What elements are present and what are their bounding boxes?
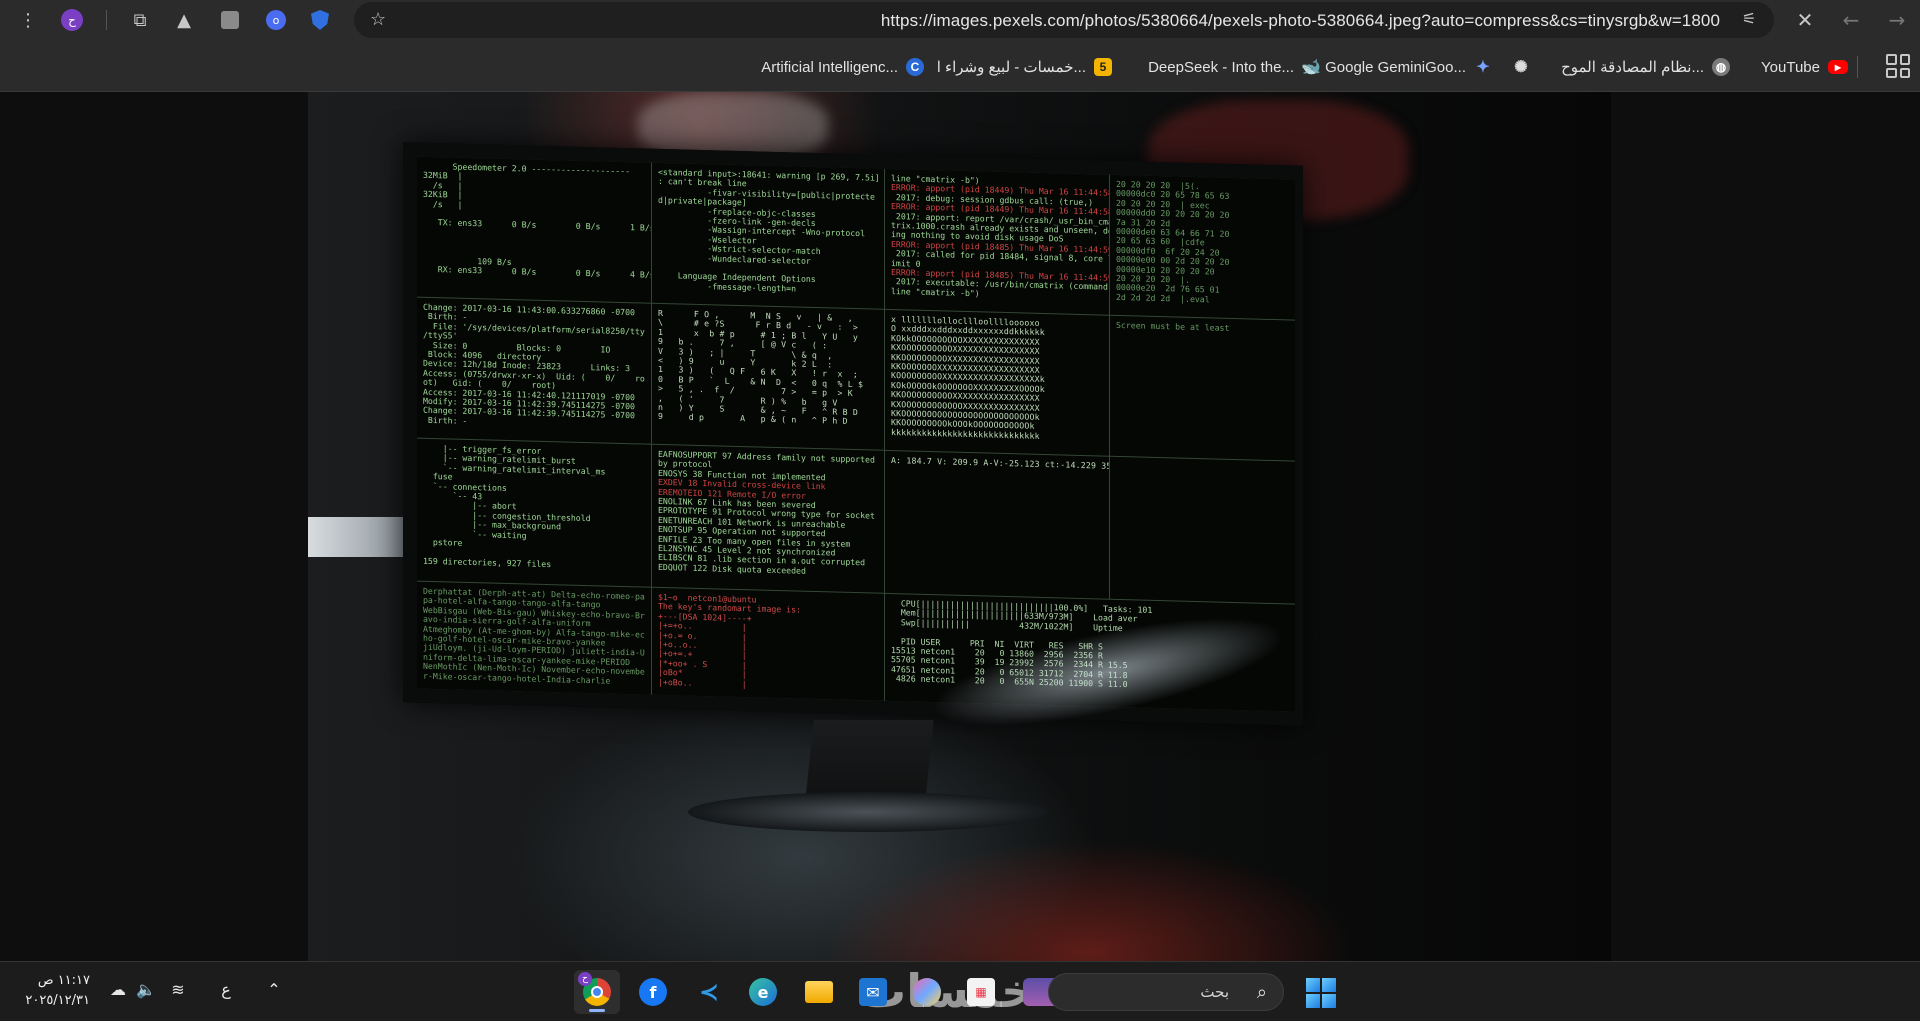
- system-clock[interactable]: ١١:١٧ ص ٢٠٢٥/١٢/٣١: [20, 971, 90, 1011]
- ghost-extension-icon[interactable]: o: [258, 4, 294, 36]
- gemini-icon: ✦: [1476, 59, 1490, 76]
- taskbar-search-box[interactable]: بحث ⌕: [1048, 973, 1284, 1011]
- photo-hacker-monitor[interactable]: Speedometer 2.0 -------------------- 32M…: [308, 92, 1611, 961]
- terminal-pane-hexdump: 20 20 20 20 |5(. 00000dc0 20 65 78 65 63…: [1110, 174, 1295, 320]
- bookmark-unified-auth[interactable]: نظام المصادقة الموح... ◍: [1561, 56, 1730, 78]
- bookmark-artificial-intelligence[interactable]: Artificial Intelligenc... C: [761, 56, 924, 78]
- address-url[interactable]: https://images.pexels.com/photos/5380664…: [881, 11, 1720, 31]
- taskbar-file-explorer[interactable]: [796, 970, 842, 1014]
- vscode-icon: ≺: [698, 978, 720, 1006]
- forward-arrow-icon[interactable]: →: [1874, 4, 1920, 36]
- wifi-icon[interactable]: ≋: [166, 980, 190, 999]
- terminal-pane-errno: EAFNOSUPPORT 97 Address family not suppo…: [652, 444, 884, 593]
- grey-extension-icon[interactable]: [212, 4, 248, 36]
- taskbar-copilot[interactable]: [904, 970, 950, 1014]
- bookmark-deepseek[interactable]: DeepSeek - Into the... 🐋: [1148, 56, 1321, 78]
- bookmark-openai[interactable]: ✺: [1504, 56, 1530, 78]
- bookmarks-separator: [1857, 56, 1858, 78]
- bookmark-label: Google GeminiGoo...: [1325, 58, 1466, 76]
- terminal-pane-screen-warning: Screen must be at least: [1110, 315, 1295, 461]
- bookmark-label: نظام المصادقة الموح...: [1561, 59, 1704, 76]
- terminal-pane-stat: Change: 2017-03-16 11:43:00.633276860 -0…: [417, 297, 651, 444]
- bookmark-gemini[interactable]: Google GeminiGoo... ✦: [1325, 56, 1492, 78]
- khamsat-icon: 5: [1094, 58, 1112, 76]
- taskbar-chrome[interactable]: ح: [574, 970, 620, 1014]
- close-tab-icon[interactable]: ✕: [1782, 4, 1828, 36]
- more-menu-icon[interactable]: ⋮: [10, 4, 46, 36]
- windows-taskbar: ١١:١٧ ص ٢٠٢٥/١٢/٣١ ☁ 🔈 ≋ ع ⌃ خمسات ح f ≺…: [0, 961, 1920, 1021]
- address-bar[interactable]: ☆ https://images.pexels.com/photos/53806…: [354, 2, 1774, 38]
- terminal-pane-nato: Derphattat (Derph-att-at) Delta-echo-rom…: [417, 581, 651, 695]
- terminal-pane-apport-errors: line "cmatrix -b") ERROR: apport (pid 184…: [885, 168, 1109, 315]
- back-arrow-icon[interactable]: ←: [1828, 4, 1874, 36]
- deepseek-icon: 🐋: [1301, 59, 1321, 76]
- triangle-extension-icon[interactable]: ▲: [166, 4, 202, 36]
- terminal-pane-randomart: $1~o netcon1@ubuntu The key's randomart …: [652, 587, 884, 701]
- bookmark-star-icon[interactable]: ☆: [370, 9, 386, 30]
- search-placeholder: بحث: [1200, 983, 1229, 1001]
- profile-avatar-letter: ح: [61, 9, 83, 31]
- terminal-pane-gcc-options: <standard input>:18641: warning [p 269, …: [652, 162, 884, 309]
- bookmark-label: DeepSeek - Into the...: [1148, 58, 1294, 76]
- show-hidden-icons-chevron-icon[interactable]: ⌃: [262, 980, 286, 999]
- facebook-icon: f: [639, 978, 667, 1006]
- page-viewport: Speedometer 2.0 -------------------- 32M…: [0, 92, 1920, 961]
- terminal-pane-mplayer: A: 184.7 V: 209.9 A-V:-25.123 ct:-14.229…: [885, 450, 1109, 599]
- taskbar-vscode[interactable]: ≺: [686, 970, 732, 1014]
- volume-icon[interactable]: 🔈: [134, 980, 158, 999]
- terminal-pane-ascii-art: x lllllllollocllloollllooooxo O xxdddxxd…: [885, 309, 1109, 456]
- bookmark-label: خمسات - لبيع وشراء ا...: [936, 59, 1086, 76]
- terminal-pane-empty: [1110, 456, 1295, 604]
- taskbar-facebook[interactable]: f: [630, 970, 676, 1014]
- navigation-controls: ✕ ← →: [1782, 0, 1920, 40]
- start-windows-icon[interactable]: [1306, 978, 1336, 1008]
- c-logo-icon: C: [906, 58, 924, 76]
- folder-icon: [805, 981, 833, 1003]
- bookmark-youtube[interactable]: YouTube ▶: [1761, 56, 1848, 78]
- taskbar-store[interactable]: ▦: [958, 970, 1004, 1014]
- shield-extension-icon[interactable]: [302, 4, 338, 36]
- browser-toolbar: ⋮ ح ⧉ ▲ o ☆ https://images.pexels.com/ph…: [0, 0, 1920, 40]
- extensions-puzzle-icon[interactable]: ⧉: [122, 4, 158, 36]
- copilot-icon: [913, 978, 941, 1006]
- globe-icon: ◍: [1712, 58, 1730, 76]
- bookmark-khamsat[interactable]: خمسات - لبيع وشراء ا... 5: [937, 56, 1112, 78]
- terminal-pane-tree: |-- trigger_fs_error |-- warning_ratelim…: [417, 438, 651, 587]
- openai-icon: ✺: [1514, 59, 1528, 76]
- taskbar-outlook[interactable]: ✉: [850, 970, 896, 1014]
- taskbar-edge[interactable]: e: [740, 970, 786, 1014]
- outlook-icon: ✉: [859, 978, 887, 1006]
- youtube-icon: ▶: [1828, 60, 1848, 74]
- cloud-sync-icon[interactable]: ☁: [106, 980, 130, 999]
- clock-date: ٢٠٢٥/١٢/٣١: [25, 993, 90, 1008]
- window-light-patch: [308, 517, 404, 557]
- terminal-pane-speedometer: Speedometer 2.0 -------------------- 32M…: [417, 156, 651, 303]
- bookmark-label: YouTube: [1761, 58, 1820, 76]
- bookmark-label: Artificial Intelligenc...: [761, 58, 898, 76]
- profile-avatar[interactable]: ح: [54, 4, 90, 36]
- search-icon: ⌕: [1256, 982, 1267, 1003]
- toolbar-separator: [106, 10, 107, 30]
- chrome-profile-badge: ح: [578, 972, 592, 986]
- input-language[interactable]: ع: [214, 980, 238, 999]
- ghost-extension-letter: o: [266, 10, 286, 30]
- store-icon: ▦: [967, 978, 995, 1006]
- bookmarks-bar: YouTube ▶ نظام المصادقة الموح... ◍ ✺ Goo…: [0, 40, 1920, 92]
- monitor-base: [688, 792, 1048, 832]
- terminal-pane-cmatrix: R F O , M N S v | & , \ # e ?S F r B d -…: [652, 303, 884, 450]
- edge-icon: e: [749, 978, 777, 1006]
- all-bookmarks-grid-icon[interactable]: [1886, 54, 1910, 78]
- clock-time: ١١:١٧ ص: [37, 973, 90, 988]
- site-settings-icon[interactable]: ⚟: [1736, 9, 1762, 31]
